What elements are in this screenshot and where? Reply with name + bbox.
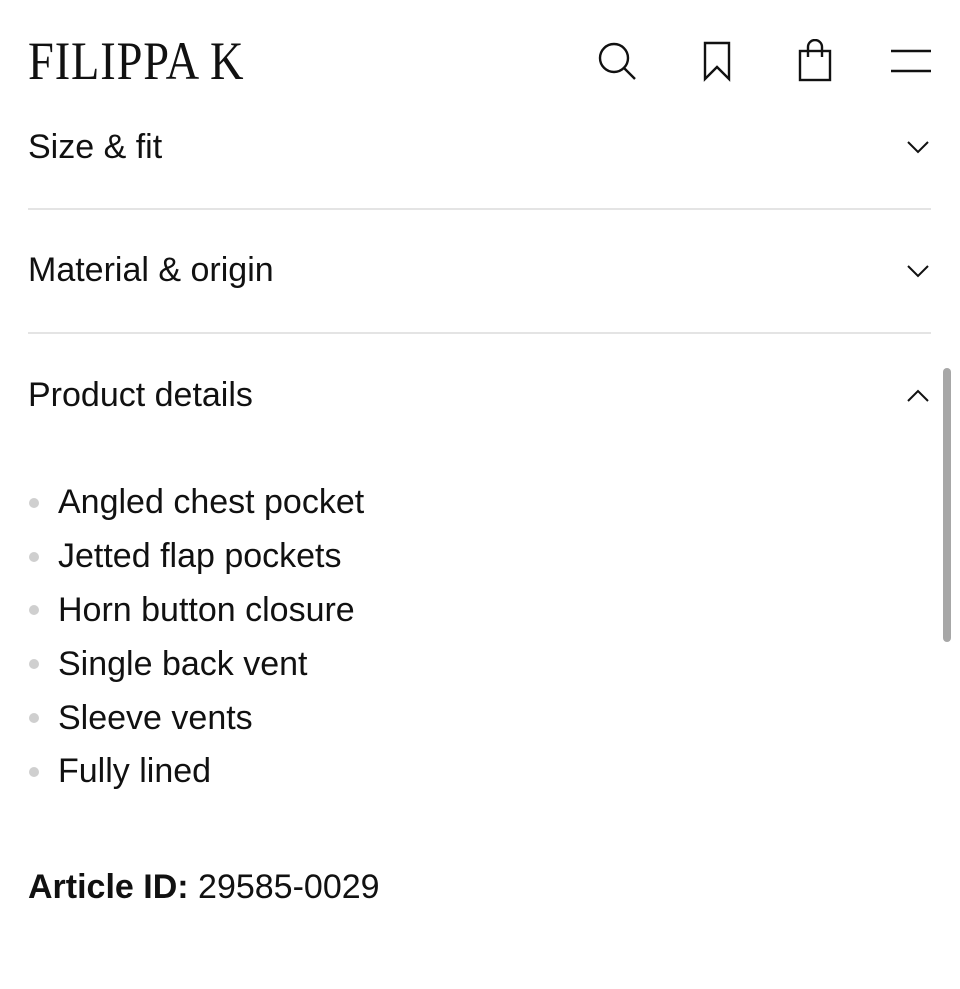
bullet-dot <box>29 551 39 562</box>
accordion-material-origin-label: Material & origin <box>28 251 274 289</box>
bullet-dot <box>29 497 39 508</box>
bullet-dot <box>29 766 39 777</box>
list-item: Angled chest pocket <box>28 476 364 530</box>
shopping-bag-icon[interactable] <box>792 38 838 84</box>
bullet-dot <box>29 659 39 670</box>
list-item: Single back vent <box>28 637 364 691</box>
list-item: Horn button closure <box>28 584 364 638</box>
chevron-down-icon[interactable] <box>905 134 931 160</box>
accordion-product-details-label: Product details <box>28 376 253 414</box>
bookmark-icon[interactable] <box>694 38 740 84</box>
accordion-material-origin[interactable]: Material & origin <box>28 210 931 332</box>
bullet-dot <box>29 713 39 724</box>
accordion-product-details[interactable]: Product details <box>28 334 931 458</box>
search-icon[interactable] <box>594 38 640 84</box>
brand-logo[interactable]: FILIPPA K <box>28 32 244 90</box>
list-item: Fully lined <box>28 745 364 799</box>
article-id: Article ID: 29585-0029 <box>28 868 380 907</box>
accordion-size-fit-label: Size & fit <box>28 128 163 166</box>
accordion-size-fit[interactable]: Size & fit <box>28 120 931 208</box>
chevron-down-icon[interactable] <box>905 258 931 284</box>
chevron-up-icon[interactable] <box>905 383 931 409</box>
scrollbar[interactable] <box>943 368 951 642</box>
product-info-panel: Size & fit Material & origin Product det… <box>0 0 960 989</box>
bullet-dot <box>29 605 39 616</box>
list-item: Sleeve vents <box>28 691 364 745</box>
site-header: FILIPPA K <box>0 0 960 125</box>
article-id-label: Article ID: <box>28 868 189 906</box>
list-item: Jetted flap pockets <box>28 530 364 584</box>
menu-icon[interactable] <box>888 38 934 84</box>
product-details-list: Angled chest pocket Jetted flap pockets … <box>28 476 364 799</box>
article-id-value: 29585-0029 <box>198 868 380 906</box>
